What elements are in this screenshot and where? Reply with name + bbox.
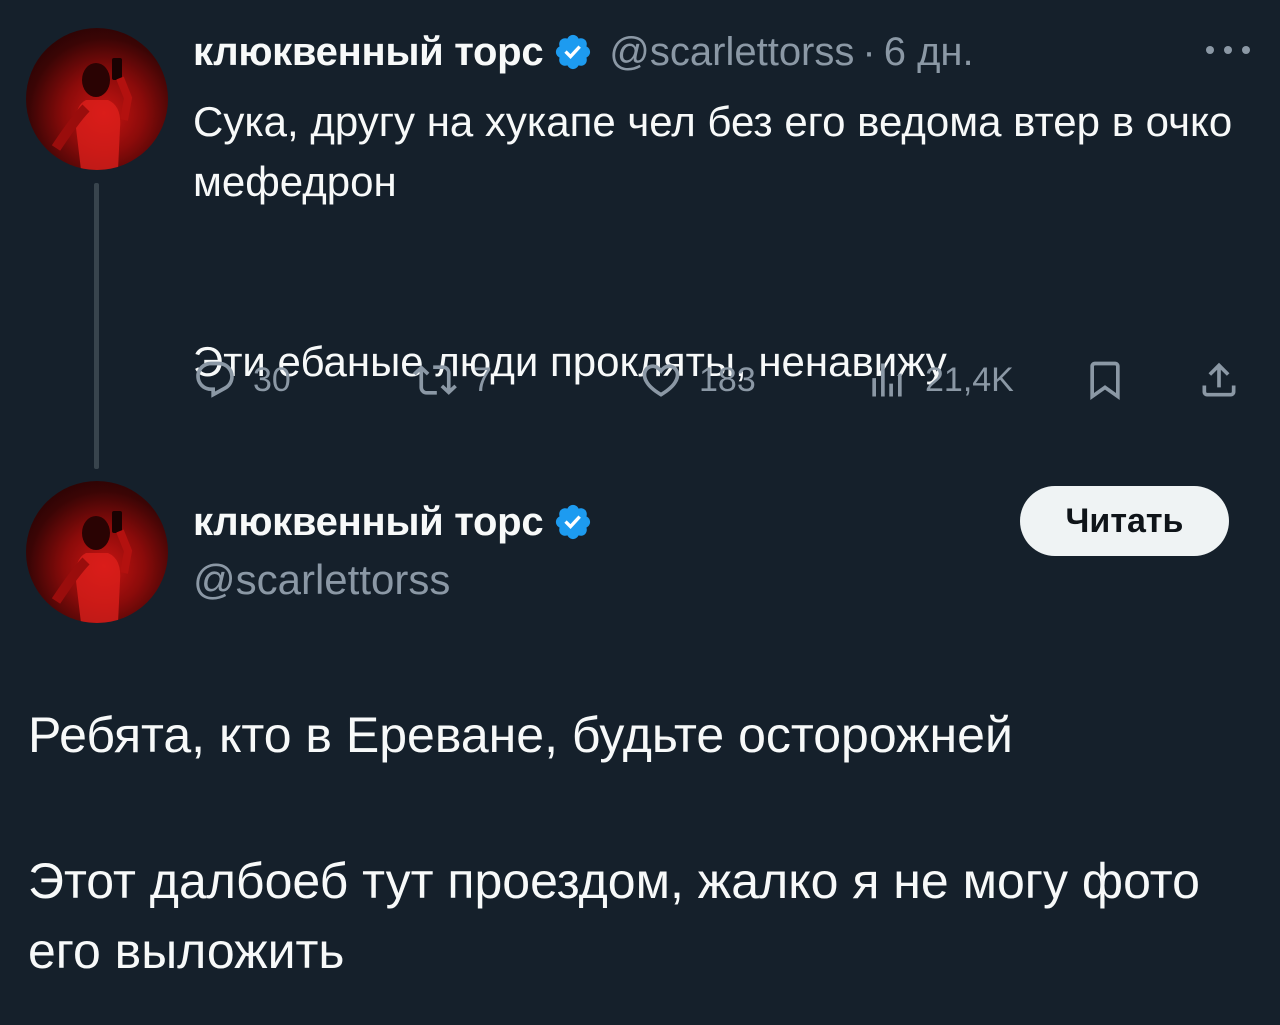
bookmark-button[interactable] [1083,352,1127,408]
share-icon [1202,362,1236,397]
more-icon[interactable] [1206,40,1250,60]
retweet-button[interactable]: 7 [413,352,492,408]
tweet-text-paragraph: Этот далбоеб тут проездом, жалко я не мо… [28,853,1200,979]
reply-button[interactable]: 30 [193,352,291,408]
handle[interactable]: @scarlettorss [609,30,854,75]
timestamp[interactable]: 6 дн. [884,30,974,75]
avatar-image [51,511,133,623]
avatar[interactable] [26,481,168,623]
reply-icon [196,361,234,398]
tweet-header: клюквенный торс @scarlettorss · 6 дн. [193,28,974,76]
like-icon [642,364,680,397]
handle[interactable]: @scarlettorss [193,556,450,604]
display-name[interactable]: клюквенный торс [193,30,544,75]
views-button[interactable]: 21,4K [865,352,1014,408]
tweet-text: Сука, другу на хукапе чел без его ведома… [193,92,1253,392]
separator: · [862,29,876,74]
tweet-text-paragraph: Ребята, кто в Ереване, будьте осторожней [28,707,1013,763]
reply-count: 30 [253,360,291,399]
profile-name-row: клюквенный торс [193,498,593,546]
views-count: 21,4K [925,360,1014,399]
views-icon [872,363,902,397]
retweet-icon [413,365,457,395]
bookmark-icon [1090,361,1120,401]
thread-connector [94,183,99,469]
retweet-count: 7 [473,360,492,399]
display-name[interactable]: клюквенный торс [193,500,544,545]
share-button[interactable] [1197,352,1241,408]
action-bar: 30 7 183 21,4K [193,352,1253,408]
verified-badge-icon [556,34,591,70]
avatar-image [51,58,133,170]
like-count: 183 [699,360,756,399]
tweet-text: Ребята, кто в Ереване, будьте осторожней… [28,700,1258,986]
tweet-text-paragraph: Сука, другу на хукапе чел без его ведома… [193,98,1233,205]
like-button[interactable]: 183 [639,352,756,408]
verified-badge-icon [556,504,591,540]
avatar[interactable] [26,28,168,170]
follow-button[interactable]: Читать [1020,486,1229,556]
thread-view: клюквенный торс @scarlettorss · 6 дн. Су… [0,0,1280,1025]
